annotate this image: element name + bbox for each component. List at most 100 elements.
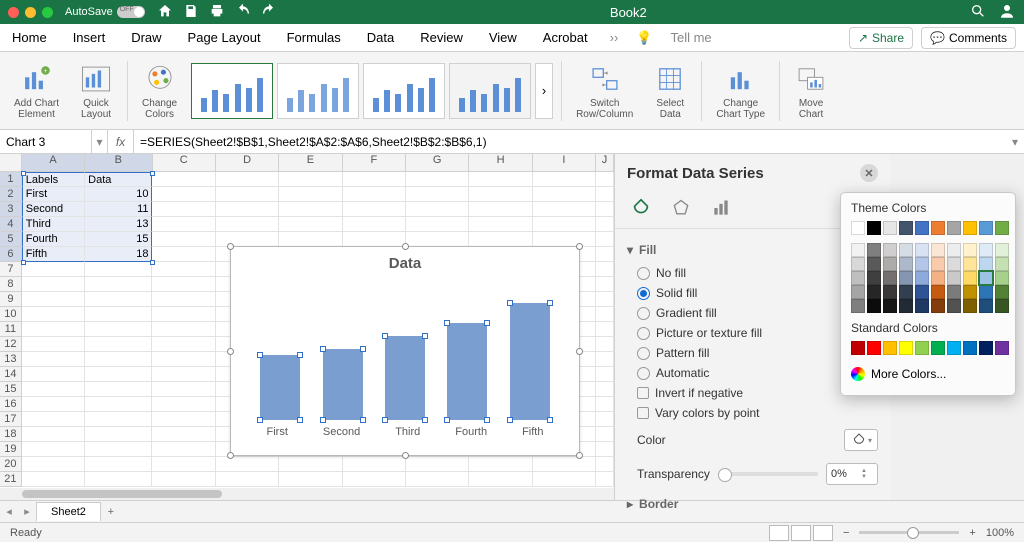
cell[interactable] xyxy=(406,472,469,487)
color-swatch[interactable] xyxy=(963,257,977,271)
cell[interactable] xyxy=(152,397,215,412)
col-header-H[interactable]: H xyxy=(469,154,532,172)
bar-selection-handle[interactable] xyxy=(507,417,513,423)
color-swatch[interactable] xyxy=(915,285,929,299)
formula-input[interactable]: =SERIES(Sheet2!$B$1,Sheet2!$A$2:$A$6,She… xyxy=(134,135,1006,149)
gallery-next-icon[interactable]: › xyxy=(535,63,553,119)
pane-close-button[interactable]: ✕ xyxy=(860,164,878,182)
name-box[interactable]: Chart 3 xyxy=(0,130,92,153)
bar-selection-handle[interactable] xyxy=(444,417,450,423)
color-swatch[interactable] xyxy=(979,243,993,257)
bar-selection-handle[interactable] xyxy=(422,417,428,423)
bar-selection-handle[interactable] xyxy=(547,300,553,306)
bar-selection-handle[interactable] xyxy=(360,417,366,423)
bar-selection-handle[interactable] xyxy=(422,333,428,339)
embedded-chart[interactable]: Data FirstSecondThirdFourthFifth xyxy=(230,246,580,456)
cell[interactable] xyxy=(596,337,614,352)
cell[interactable] xyxy=(343,472,406,487)
color-swatch[interactable] xyxy=(883,243,897,257)
cell[interactable] xyxy=(279,172,342,187)
cell[interactable]: First xyxy=(22,187,85,202)
bar-selection-handle[interactable] xyxy=(257,352,263,358)
col-header-J[interactable]: J xyxy=(596,154,614,172)
row-header-13[interactable]: 13 xyxy=(0,352,22,367)
color-swatch[interactable] xyxy=(947,271,961,285)
formula-expand-icon[interactable]: ▾ xyxy=(1006,135,1024,149)
cell[interactable] xyxy=(279,187,342,202)
autosave-switch[interactable]: OFF xyxy=(117,6,145,18)
color-swatch[interactable] xyxy=(995,341,1009,355)
sheet-tab-sheet2[interactable]: Sheet2 xyxy=(36,502,101,521)
row-header-17[interactable]: 17 xyxy=(0,412,22,427)
select-data-button[interactable]: Select Data xyxy=(647,62,693,120)
cell[interactable] xyxy=(152,427,215,442)
cell[interactable] xyxy=(279,472,342,487)
cell[interactable] xyxy=(152,322,215,337)
color-swatch[interactable] xyxy=(995,257,1009,271)
home-icon[interactable] xyxy=(157,3,173,22)
color-swatch[interactable] xyxy=(883,257,897,271)
color-swatch[interactable] xyxy=(867,221,881,235)
color-swatch[interactable] xyxy=(979,299,993,313)
cell[interactable] xyxy=(343,457,406,472)
row-header-7[interactable]: 7 xyxy=(0,262,22,277)
cell[interactable] xyxy=(152,457,215,472)
color-swatch[interactable] xyxy=(931,221,945,235)
cell[interactable] xyxy=(85,382,152,397)
user-icon[interactable] xyxy=(998,2,1016,23)
cell[interactable] xyxy=(152,232,215,247)
cell[interactable] xyxy=(216,457,279,472)
cell[interactable] xyxy=(152,352,215,367)
cell[interactable] xyxy=(152,262,215,277)
page-layout-view-button[interactable] xyxy=(791,525,811,541)
cell[interactable] xyxy=(596,217,614,232)
tab-insert[interactable]: Insert xyxy=(69,26,110,49)
cell[interactable] xyxy=(279,202,342,217)
cell[interactable]: Second xyxy=(22,202,85,217)
cell[interactable] xyxy=(152,247,215,262)
range-handle[interactable] xyxy=(150,260,155,265)
undo-icon[interactable] xyxy=(235,3,251,22)
cell[interactable] xyxy=(22,337,85,352)
color-swatch[interactable] xyxy=(899,257,913,271)
chart-resize-handle[interactable] xyxy=(227,243,234,250)
chart-plot-area[interactable] xyxy=(249,280,561,420)
chart-category-axis[interactable]: FirstSecondThirdFourthFifth xyxy=(249,426,561,438)
cell[interactable] xyxy=(596,472,614,487)
color-swatch[interactable] xyxy=(995,299,1009,313)
color-swatch[interactable] xyxy=(995,221,1009,235)
row-header-9[interactable]: 9 xyxy=(0,292,22,307)
cell[interactable] xyxy=(596,262,614,277)
cell[interactable] xyxy=(152,187,215,202)
color-swatch[interactable] xyxy=(851,285,865,299)
cell[interactable] xyxy=(596,427,614,442)
more-tabs-icon[interactable]: ›› xyxy=(610,30,619,45)
color-swatch[interactable] xyxy=(947,221,961,235)
color-swatch[interactable] xyxy=(899,299,913,313)
color-swatch[interactable] xyxy=(947,285,961,299)
cell[interactable] xyxy=(469,217,532,232)
cell[interactable] xyxy=(216,217,279,232)
cell[interactable]: 15 xyxy=(85,232,152,247)
cell[interactable] xyxy=(216,187,279,202)
cell[interactable] xyxy=(22,457,85,472)
row-header-10[interactable]: 10 xyxy=(0,307,22,322)
cell[interactable] xyxy=(469,172,532,187)
cell[interactable] xyxy=(596,412,614,427)
row-header-18[interactable]: 18 xyxy=(0,427,22,442)
chart-style-1[interactable] xyxy=(191,63,273,119)
cell[interactable] xyxy=(279,217,342,232)
move-chart-button[interactable]: Move Chart xyxy=(788,62,834,120)
cell[interactable] xyxy=(596,187,614,202)
color-swatch[interactable] xyxy=(979,341,993,355)
comments-button[interactable]: 💬Comments xyxy=(921,27,1016,49)
tell-me-input[interactable]: Tell me xyxy=(670,30,711,45)
cell[interactable] xyxy=(85,397,152,412)
cell[interactable] xyxy=(596,172,614,187)
color-swatch[interactable] xyxy=(931,257,945,271)
cell[interactable] xyxy=(22,262,85,277)
range-handle[interactable] xyxy=(21,171,26,176)
cell[interactable]: 11 xyxy=(85,202,152,217)
cell[interactable] xyxy=(533,187,596,202)
bar-selection-handle[interactable] xyxy=(320,417,326,423)
